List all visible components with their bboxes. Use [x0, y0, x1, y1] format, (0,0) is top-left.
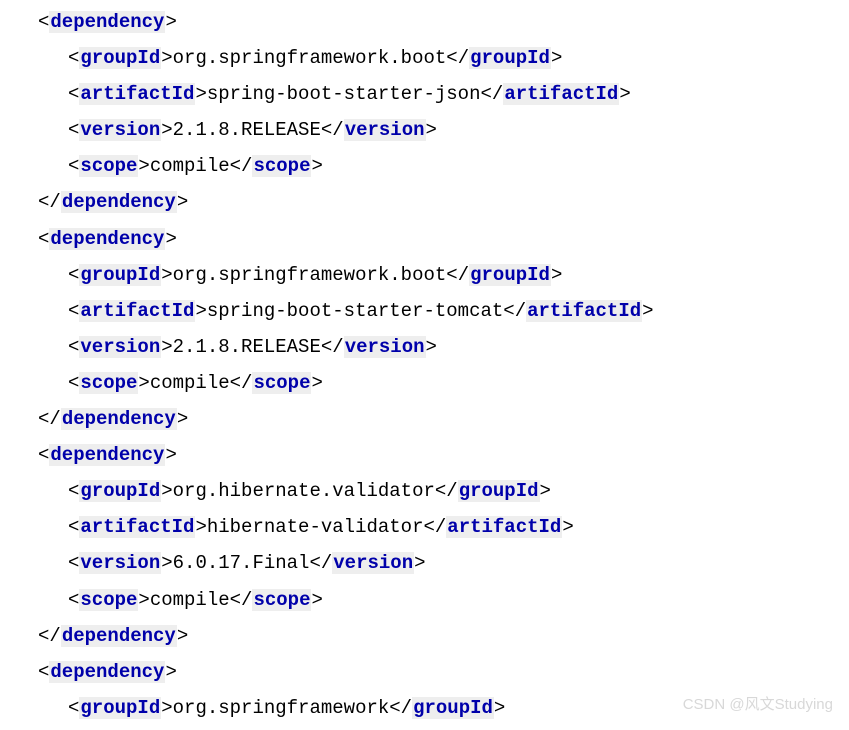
dependency-open-3: <dependency>	[8, 654, 841, 690]
artifactId-2: <artifactId>hibernate-validator</artifac…	[8, 509, 841, 545]
dependency-open-2: <dependency>	[8, 437, 841, 473]
groupId-2: <groupId>org.hibernate.validator</groupI…	[8, 473, 841, 509]
artifactId-1: <artifactId>spring-boot-starter-tomcat</…	[8, 293, 841, 329]
dependency-close-0: </dependency>	[8, 184, 841, 220]
dependency-open-1: <dependency>	[8, 221, 841, 257]
version-1: <version>2.1.8.RELEASE</version>	[8, 329, 841, 365]
xml-code-block: <dependency><groupId>org.springframework…	[8, 4, 841, 726]
artifactId-0: <artifactId>spring-boot-starter-json</ar…	[8, 76, 841, 112]
scope-0: <scope>compile</scope>	[8, 148, 841, 184]
version-0: <version>2.1.8.RELEASE</version>	[8, 112, 841, 148]
version-2: <version>6.0.17.Final</version>	[8, 545, 841, 581]
scope-2: <scope>compile</scope>	[8, 582, 841, 618]
groupId-3: <groupId>org.springframework</groupId>	[8, 690, 841, 726]
groupId-0: <groupId>org.springframework.boot</group…	[8, 40, 841, 76]
dependency-close-2: </dependency>	[8, 618, 841, 654]
scope-1: <scope>compile</scope>	[8, 365, 841, 401]
dependency-close-1: </dependency>	[8, 401, 841, 437]
dependency-open-0: <dependency>	[8, 4, 841, 40]
groupId-1: <groupId>org.springframework.boot</group…	[8, 257, 841, 293]
